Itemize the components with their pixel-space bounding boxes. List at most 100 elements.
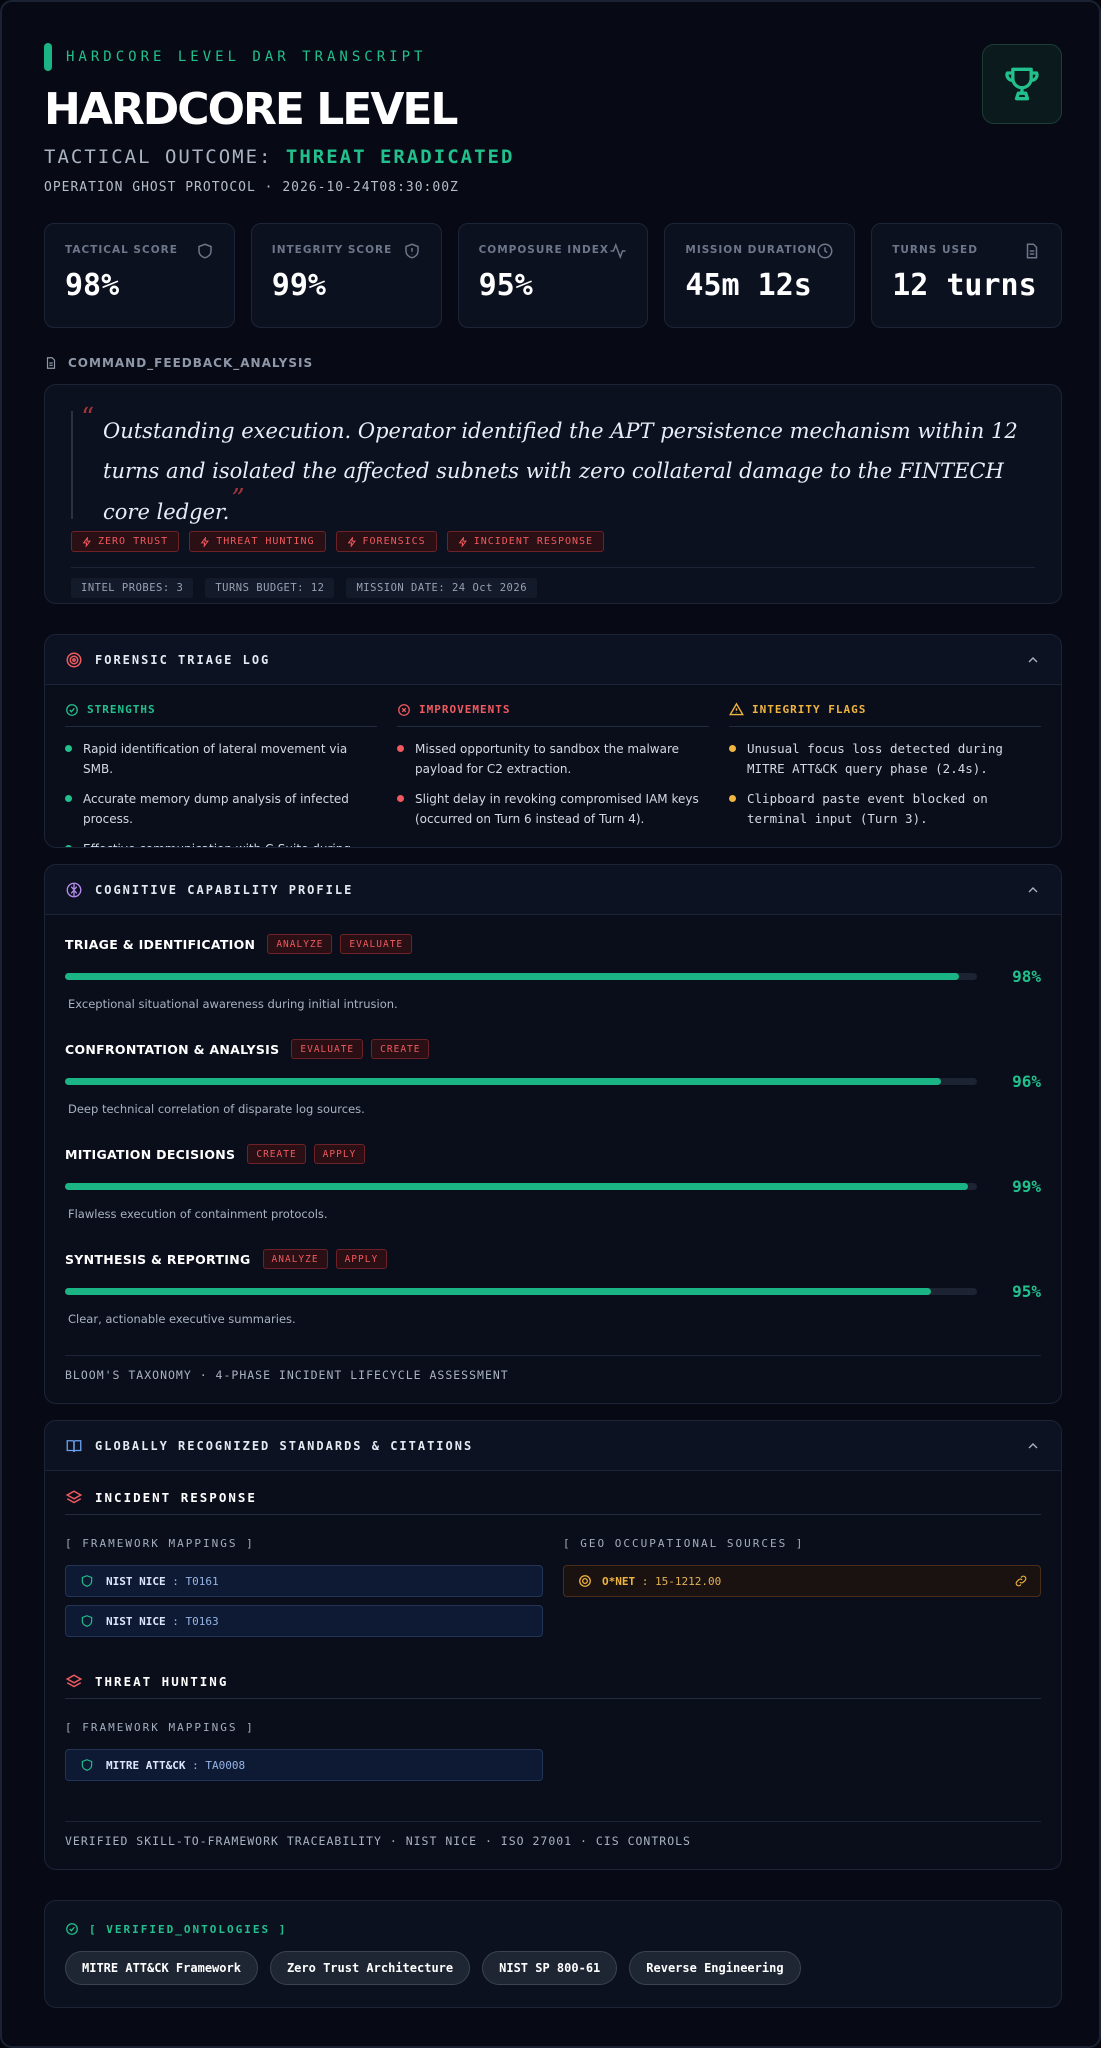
stat-label: TURNS USED [892,244,978,256]
standards-panel-header[interactable]: GLOBALLY RECOGNIZED STANDARDS & CITATION… [45,1421,1061,1471]
chevron-up-icon[interactable] [1025,1438,1041,1454]
quote-open-mark: “ [81,403,95,433]
source-code: : 15-1212.00 [641,1574,722,1588]
framework-mappings: [ FRAMEWORK MAPPINGS ] NIST NICE : T0161… [65,1537,543,1637]
bolt-icon [458,536,467,547]
skill-tag: INCIDENT RESPONSE [446,531,605,552]
clock-icon [817,243,833,259]
tactical-outcome: TACTICAL OUTCOME: THREAT ERADICATED [44,146,1062,168]
feedback-card: “ Outstanding execution. Operator identi… [44,384,1062,604]
link-icon[interactable] [1014,1574,1028,1588]
strengths-title: STRENGTHS [87,703,156,716]
bolt-icon [200,536,210,547]
triage-panel-header[interactable]: FORENSIC TRIAGE LOG [45,635,1061,685]
eyebrow-accent-bar [44,43,52,71]
stat-value: 12 turns [892,268,1037,303]
ontology-pill[interactable]: MITRE ATT&CK Framework [65,1951,258,1985]
skills-list: TRIAGE & IDENTIFICATION ANALYZE EVALUATE… [45,915,1061,1353]
skill-name: MITIGATION DECISIONS [65,1146,236,1162]
integrity-flags-title: INTEGRITY FLAGS [752,703,867,716]
skill-percent: 95% [1012,1282,1041,1301]
page-title: HARDCORE LEVEL [44,84,458,135]
brain-icon [66,882,82,897]
integrity-flags-header: INTEGRITY FLAGS [729,702,1041,727]
stats-row: TACTICAL SCORE 98% INTEGRITY SCORE 99% C… [44,223,1062,328]
mission-meta: INTEL PROBES: 3 TURNS BUDGET: 12 MISSION… [71,567,1035,598]
improvements-column: IMPROVEMENTS Missed opportunity to sandb… [397,703,709,847]
shield-icon [198,243,212,259]
standards-panel-title: GLOBALLY RECOGNIZED STANDARDS & CITATION… [95,1438,474,1453]
chevron-up-icon[interactable] [1025,882,1041,898]
ontology-pill[interactable]: Zero Trust Architecture [269,1951,471,1985]
progress-fill [65,1078,941,1085]
bloom-chip: ANALYZE [262,1249,328,1269]
cognitive-panel-title: COGNITIVE CAPABILITY PROFILE [95,882,354,897]
eyebrow: HARDCORE LEVEL DAR TRANSCRIPT [44,42,1062,72]
bloom-chip: EVALUATE [340,934,413,954]
framework-code: : TA0008 [192,1758,246,1772]
stat-card-tactical-score: TACTICAL SCORE 98% [44,223,235,328]
operation-line: OPERATION GHOST PROTOCOL · 2026-10-24T08… [44,180,459,195]
ontology-pill[interactable]: Reverse Engineering [629,1951,801,1985]
chevron-up-icon[interactable] [1025,652,1041,668]
ontologies-list: MITRE ATT&CK Framework Zero Trust Archit… [65,1951,1041,1985]
document-icon [1026,243,1038,259]
stat-label: TACTICAL SCORE [65,244,178,256]
progress-track [65,973,977,980]
stat-card-integrity-score: INTEGRITY SCORE 99% [250,223,442,328]
skill-name: TRIAGE & IDENTIFICATION [65,936,256,952]
skill-name: SYNTHESIS & REPORTING [65,1251,251,1267]
framework-mapping-item[interactable]: NIST NICE : T0163 [65,1605,543,1637]
check-circle-icon [66,1923,78,1935]
improvements-header: IMPROVEMENTS [397,703,709,727]
layers-icon [65,1489,83,1503]
shield-icon [81,1575,93,1587]
standards-body: INCIDENT RESPONSE [ FRAMEWORK MAPPINGS ]… [45,1471,1061,1799]
list-item: Rapid identification of lateral movement… [65,739,377,779]
skill-row: MITIGATION DECISIONS CREATE APPLY 99% Fl… [65,1143,1041,1248]
tag-label: ZERO TRUST [98,536,169,547]
occupational-source-item[interactable]: O*NET : 15-1212.00 [563,1565,1041,1597]
standards-footer: VERIFIED SKILL-TO-FRAMEWORK TRACEABILITY… [65,1821,1041,1848]
mappings-label: [ FRAMEWORK MAPPINGS ] [65,1537,255,1550]
occupational-sources: [ GEO OCCUPATIONAL SOURCES ] O*NET : 15-… [563,1537,1041,1637]
framework-name: MITRE ATT&CK [106,1758,186,1772]
list-item: Clipboard paste event blocked on termina… [729,789,1041,829]
cognitive-footer: BLOOM'S TAXONOMY · 4-PHASE INCIDENT LIFE… [65,1355,1041,1382]
trophy-icon [1005,67,1039,101]
stat-label: INTEGRITY SCORE [271,244,393,256]
skill-tag: FORENSICS [335,531,437,552]
outcome-label: TACTICAL OUTCOME: [44,146,273,168]
tag-label: FORENSICS [362,536,426,547]
tag-label: THREAT HUNTING [216,536,315,547]
ontology-pill[interactable]: NIST SP 800-61 [482,1951,618,1985]
layers-icon [65,1673,83,1687]
skill-row: TRIAGE & IDENTIFICATION ANALYZE EVALUATE… [65,933,1041,1038]
progress-track [65,1288,977,1295]
header: HARDCORE LEVEL DAR TRANSCRIPT HARDCORE L… [44,42,1062,202]
skill-tag: THREAT HUNTING [189,531,326,552]
eyebrow-text: HARDCORE LEVEL DAR TRANSCRIPT [66,49,427,65]
bloom-chip: CREATE [247,1144,306,1164]
skill-percent: 98% [1012,967,1041,986]
cognitive-profile-panel: COGNITIVE CAPABILITY PROFILE TRIAGE & ID… [44,864,1062,1404]
triage-panel-title: FORENSIC TRIAGE LOG [95,652,271,667]
quote-text: Outstanding execution. Operator identifi… [103,411,1035,532]
list-item: Slight delay in revoking compromised IAM… [397,789,709,829]
sources-label: [ GEO OCCUPATIONAL SOURCES ] [563,1537,805,1550]
activity-icon [610,242,626,260]
meta-chip: INTEL PROBES: 3 [71,578,194,598]
framework-mapping-item[interactable]: MITRE ATT&CK : TA0008 [65,1749,543,1781]
warning-triangle-icon [729,702,744,716]
integrity-flags-column: INTEGRITY FLAGS Unusual focus loss detec… [729,702,1041,847]
stat-label: COMPOSURE INDEX [478,244,609,256]
x-circle-icon [398,703,410,716]
shield-icon [81,1759,93,1771]
framework-mapping-item[interactable]: NIST NICE : T0161 [65,1565,543,1597]
cognitive-panel-header[interactable]: COGNITIVE CAPABILITY PROFILE [45,865,1061,915]
meta-chip: MISSION DATE: 24 Oct 2026 [346,578,538,598]
framework-name: NIST NICE [106,1574,166,1588]
ontologies-header: [ VERIFIED_ONTOLOGIES ] [65,1919,1041,1939]
skill-percent: 96% [1012,1072,1041,1091]
framework-code: : T0161 [172,1574,219,1588]
